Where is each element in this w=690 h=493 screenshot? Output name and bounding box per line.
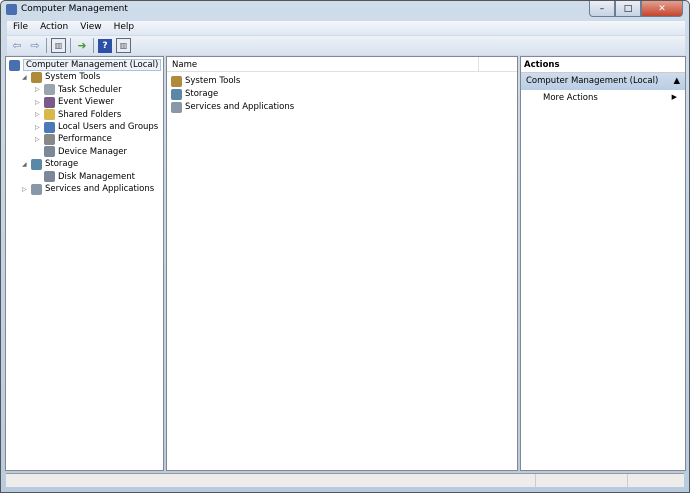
tree-node-label: Task Scheduler — [58, 84, 122, 95]
maximize-button[interactable]: □ — [615, 1, 641, 17]
list-item-label: System Tools — [185, 76, 241, 86]
back-arrow-icon[interactable]: ⇦ — [10, 39, 24, 53]
node-icon — [44, 171, 55, 183]
toolbar: ⇦ ⇨ ▥ ➜ ? ▥ — [7, 36, 685, 55]
node-icon — [31, 71, 42, 83]
minimize-button[interactable]: – — [589, 1, 615, 17]
menu-bar: File Action View Help — [7, 21, 685, 35]
show-hide-console-tree-icon[interactable]: ▥ — [51, 38, 66, 53]
actions-header: Actions — [521, 57, 685, 73]
expand-arrow-icon[interactable]: ▷ — [35, 124, 44, 131]
tree-node[interactable]: ▷ Event Viewer — [35, 96, 114, 108]
node-icon — [44, 109, 55, 121]
more-actions-label: More Actions — [543, 93, 598, 103]
node-icon — [31, 158, 42, 170]
results-pane: Name System Tools Storage Services and App… — [166, 56, 518, 471]
item-icon — [171, 88, 182, 100]
status-bar — [6, 473, 684, 487]
expand-arrow-icon[interactable]: ▷ — [22, 186, 31, 193]
menu-help[interactable]: Help — [108, 21, 141, 35]
expand-arrow-icon[interactable]: ▷ — [35, 136, 44, 143]
tree-node[interactable]: Device Manager — [35, 146, 127, 158]
item-icon — [171, 101, 182, 113]
submenu-arrow-icon: ▶ — [671, 93, 677, 101]
tree-node[interactable]: ▷ Performance — [35, 133, 112, 145]
item-icon — [171, 75, 182, 87]
status-section — [6, 474, 536, 487]
tree-node-label: Performance — [58, 134, 112, 145]
forward-arrow-icon[interactable]: ⇨ — [28, 39, 42, 53]
tree-node[interactable]: ▷ Local Users and Groups — [35, 121, 158, 133]
tree-node[interactable]: ▷ Task Scheduler — [35, 84, 122, 96]
node-icon — [44, 146, 55, 158]
help-icon[interactable]: ? — [98, 38, 112, 53]
console-tree: Computer Management (Local) ◢ System Tools… — [5, 56, 164, 471]
node-icon — [44, 133, 55, 145]
list-item-label: Services and Applications — [185, 102, 295, 112]
status-section — [536, 474, 628, 487]
collapse-icon[interactable]: ▲ — [673, 76, 680, 87]
menu-file[interactable]: File — [7, 21, 34, 35]
section-label: Computer Management (Local) — [526, 76, 659, 86]
node-icon — [44, 84, 55, 96]
name-column-header[interactable]: Name — [167, 57, 517, 72]
tree-node-label: Disk Management — [58, 171, 135, 182]
menu-view[interactable]: View — [74, 21, 107, 35]
tree-node-label: Computer Management (Local) — [23, 59, 162, 71]
list-item[interactable]: Storage — [171, 88, 218, 100]
tree-node[interactable]: ▷ Services and Applications — [22, 183, 154, 195]
computer-management-icon — [6, 4, 17, 15]
node-icon — [9, 59, 20, 71]
expand-arrow-icon[interactable]: ◢ — [22, 74, 31, 81]
close-button[interactable]: ✕ — [641, 1, 683, 17]
column-label: Name — [172, 60, 198, 70]
tree-node-label: Shared Folders — [58, 109, 122, 120]
show-hide-action-pane-icon[interactable]: ▥ — [116, 38, 131, 53]
expand-arrow-icon[interactable]: ▷ — [35, 86, 44, 93]
tree-node[interactable]: ◢ System Tools — [22, 71, 100, 83]
tree-node-label: Services and Applications — [45, 184, 155, 194]
actions-pane: Actions Computer Management (Local) ▲ Mor… — [520, 56, 686, 471]
node-icon — [31, 183, 42, 195]
toolbar-separator — [46, 38, 47, 53]
tree-node-label: Local Users and Groups — [58, 122, 159, 132]
list-item[interactable]: System Tools — [171, 75, 240, 87]
tree-node-label: Event Viewer — [58, 97, 114, 108]
tree-node[interactable]: Disk Management — [35, 171, 135, 183]
toolbar-separator — [93, 38, 94, 53]
tree-node-label: Storage — [45, 159, 79, 170]
expand-arrow-icon[interactable]: ◢ — [22, 161, 31, 168]
tree-node[interactable]: ◢ Storage — [22, 158, 78, 170]
toolbar-separator — [70, 38, 71, 53]
tree-node[interactable]: ▷ Shared Folders — [35, 109, 121, 121]
expand-arrow-icon[interactable]: ▷ — [35, 99, 44, 106]
more-actions[interactable]: More Actions ▶ — [521, 91, 685, 106]
node-icon — [44, 96, 55, 108]
list-item[interactable]: Services and Applications — [171, 101, 294, 113]
list-item-label: Storage — [185, 89, 219, 99]
actions-section-computer-management[interactable]: Computer Management (Local) ▲ — [521, 73, 685, 90]
status-section — [628, 474, 684, 487]
export-list-icon[interactable]: ➜ — [75, 39, 89, 53]
tree-node-label: System Tools — [45, 72, 101, 83]
tree-node[interactable]: Computer Management (Local) — [9, 59, 162, 71]
expand-arrow-icon[interactable]: ▷ — [35, 111, 44, 118]
title-bar[interactable]: Computer Management – □ ✕ — [1, 1, 689, 19]
node-icon — [44, 121, 55, 133]
tree-node-label: Device Manager — [58, 146, 128, 157]
menu-action[interactable]: Action — [34, 21, 74, 35]
window-title: Computer Management — [21, 4, 128, 14]
